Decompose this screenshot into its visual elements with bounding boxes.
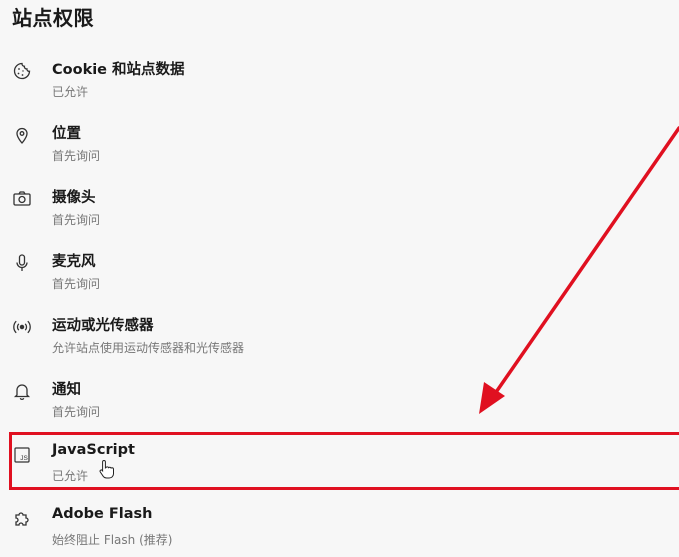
puzzle-piece-icon bbox=[12, 509, 32, 529]
permission-status: 已允许 bbox=[52, 469, 89, 483]
permission-title: JavaScript bbox=[52, 442, 135, 458]
permission-location[interactable]: 位置 首先询问 bbox=[0, 116, 679, 180]
permission-status: 首先询问 bbox=[52, 149, 101, 163]
permission-notifications[interactable]: 通知 首先询问 bbox=[0, 372, 679, 436]
permission-status: 已允许 bbox=[52, 85, 89, 99]
permission-status: 首先询问 bbox=[52, 277, 101, 291]
bell-icon bbox=[12, 381, 32, 401]
location-pin-icon bbox=[12, 125, 32, 145]
permission-status: 始终阻止 Flash (推荐) bbox=[52, 533, 173, 547]
permission-title: 通知 bbox=[52, 382, 81, 398]
cookie-icon bbox=[12, 61, 32, 81]
microphone-icon bbox=[12, 253, 32, 273]
permission-title: 摄像头 bbox=[52, 190, 96, 206]
permission-status: 允许站点使用运动传感器和光传感器 bbox=[52, 341, 245, 355]
permission-camera[interactable]: 摄像头 首先询问 bbox=[0, 180, 679, 244]
javascript-icon: JS bbox=[12, 445, 32, 465]
motion-sensor-icon bbox=[12, 317, 32, 337]
permission-status: 首先询问 bbox=[52, 213, 101, 227]
permission-title: 运动或光传感器 bbox=[52, 318, 154, 334]
permission-motion-sensors[interactable]: 运动或光传感器 允许站点使用运动传感器和光传感器 bbox=[0, 308, 679, 372]
camera-icon bbox=[12, 189, 32, 209]
permission-cookies[interactable]: Cookie 和站点数据 已允许 bbox=[0, 52, 679, 116]
permission-status: 首先询问 bbox=[52, 405, 101, 419]
site-permissions-list: Cookie 和站点数据 已允许 位置 首先询问 摄像头 首先询问 麦克风 首先… bbox=[0, 52, 679, 557]
permission-javascript[interactable]: JS JavaScript 已允许 bbox=[0, 436, 679, 500]
permission-title: Adobe Flash bbox=[52, 506, 153, 522]
permission-title: Cookie 和站点数据 bbox=[52, 62, 185, 78]
page-title: 站点权限 bbox=[12, 6, 94, 30]
permission-title: 麦克风 bbox=[52, 254, 96, 270]
permission-microphone[interactable]: 麦克风 首先询问 bbox=[0, 244, 679, 308]
svg-text:JS: JS bbox=[20, 455, 28, 462]
permission-title: 位置 bbox=[52, 126, 81, 142]
permission-adobe-flash[interactable]: Adobe Flash 始终阻止 Flash (推荐) bbox=[0, 500, 679, 557]
